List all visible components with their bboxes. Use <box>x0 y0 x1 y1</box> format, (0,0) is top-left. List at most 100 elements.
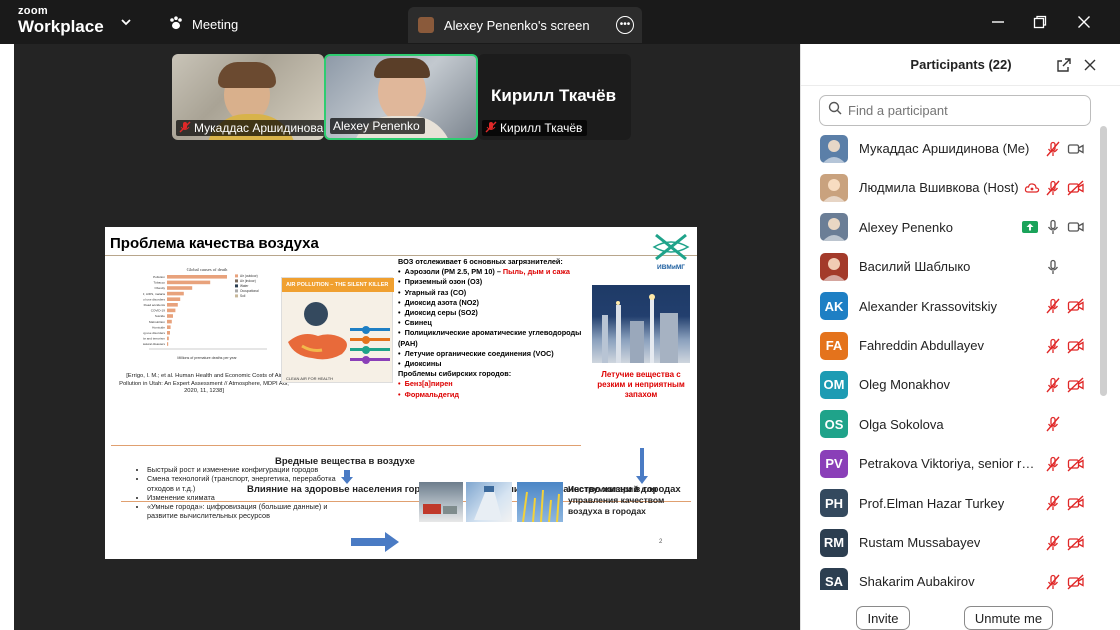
cloud-recording-icon <box>1023 179 1041 197</box>
pollutant-text: Диоксид азота (NO2) <box>404 297 479 307</box>
arrow-right-icon <box>351 532 399 552</box>
pollutant-item: • Диоксид серы (SO2) <box>398 308 478 318</box>
participant-row[interactable]: Alexey Penenko <box>801 208 1101 247</box>
avatar: PV <box>820 449 848 478</box>
participant-row[interactable]: OM Oleg Monakhov <box>801 365 1101 404</box>
video-tile-2-active-speaker[interactable]: Alexey Penenko <box>324 54 478 140</box>
slide-citation: [Errigo, I. M.; et al. Human Health and … <box>119 373 289 395</box>
chart-x-label: Millions of premature deaths per year <box>177 356 237 360</box>
participants-list: Мукаддас Аршидинова (Me) Людмила Вшивкова… <box>801 128 1101 590</box>
close-panel-icon[interactable] <box>1081 56 1099 74</box>
legend-label: Air (indoor) <box>240 279 256 283</box>
drivers-list: Быстрый рост и изменение конфигурации го… <box>135 465 349 521</box>
video-off-icon[interactable] <box>1067 337 1085 355</box>
participant-name: Olga Sokolova <box>859 416 944 432</box>
minimize-icon[interactable] <box>988 12 1008 32</box>
avatar <box>820 213 848 242</box>
meeting-tab[interactable]: Meeting <box>168 14 238 34</box>
more-options-icon[interactable]: ••• <box>616 16 634 34</box>
participant-row[interactable]: RM Rustam Mussabayev <box>801 523 1101 562</box>
participant-hair <box>218 62 276 88</box>
pop-out-icon[interactable] <box>1055 56 1073 74</box>
title-bar: zoom Workplace Meeting Alexey Penenko's … <box>0 0 1120 44</box>
video-off-icon[interactable] <box>1067 179 1085 197</box>
chart-row-label: Natural disasters <box>143 342 165 346</box>
chevron-down-icon[interactable] <box>118 14 134 30</box>
chart-row-label: COVID-19 <box>151 309 166 313</box>
chart-title: Global causes of death <box>187 267 229 272</box>
chart-bar <box>167 314 173 318</box>
video-off-icon[interactable] <box>1067 534 1085 552</box>
logo-line-1: zoom <box>18 5 48 17</box>
restore-icon[interactable] <box>1030 12 1050 32</box>
video-off-icon[interactable] <box>1067 376 1085 394</box>
siberian-item: • Бенз[а]пирен <box>398 379 453 389</box>
participant-search[interactable] <box>819 95 1091 126</box>
video-off-icon[interactable] <box>1067 573 1085 590</box>
participant-search-input[interactable] <box>848 103 1078 118</box>
tools-caption: Инструментарий для управления качеством … <box>568 484 665 516</box>
video-icon[interactable] <box>1067 140 1085 158</box>
pollutant-text: Летучие органические соединения (VOC) <box>404 348 554 358</box>
muted-mic-icon[interactable] <box>1044 415 1062 433</box>
tile-name: Alexey Penenko <box>333 119 420 133</box>
invite-button[interactable]: Invite <box>856 606 910 630</box>
legend-label: Soil <box>240 294 246 298</box>
avatar: SA <box>820 567 848 590</box>
video-off-icon[interactable] <box>1067 455 1085 473</box>
slide-title-rule <box>105 255 697 256</box>
muted-mic-icon[interactable] <box>1044 376 1062 394</box>
chart-row-label: Suicide <box>155 314 165 318</box>
participant-row[interactable]: Василий Шаблыко <box>801 247 1101 286</box>
siberian-item: • Формальдегид <box>398 389 459 399</box>
causes-of-death-chart-svg: Global causes of death PollutionTobaccoO… <box>135 267 267 360</box>
video-off-icon[interactable] <box>1067 494 1085 512</box>
video-tile-3[interactable]: Кирилл Ткачёв Кирилл Ткачёв <box>478 54 631 140</box>
participant-row[interactable]: PV Petrakova Viktoriya, senior rese... <box>801 444 1101 483</box>
chart-row-label: Obesity <box>155 286 166 290</box>
screen-share-tab[interactable]: Alexey Penenko's screen ••• <box>408 7 642 43</box>
video-icon[interactable] <box>1067 218 1085 236</box>
muted-mic-icon[interactable] <box>1044 494 1062 512</box>
volatile-substances-note: Летучие вещества с резким и неприятным з… <box>597 370 685 399</box>
close-window-icon[interactable] <box>1074 12 1094 32</box>
pollutant-text: Диоксид серы (SO2) <box>404 308 478 318</box>
pollutant-item: • Свинец <box>398 318 432 328</box>
unmute-me-button[interactable]: Unmute me <box>964 606 1053 630</box>
legend-swatch <box>235 294 238 298</box>
participant-row[interactable]: Мукаддас Аршидинова (Me) <box>801 129 1101 168</box>
mic-icon[interactable] <box>1044 258 1062 276</box>
muted-mic-icon[interactable] <box>1044 179 1062 197</box>
video-off-icon[interactable] <box>1067 297 1085 315</box>
muted-mic-icon[interactable] <box>1044 297 1062 315</box>
participant-row[interactable]: SA Shakarim Aubakirov <box>801 562 1101 590</box>
avatar: FA <box>820 331 848 360</box>
video-tile-label: Кирилл Ткачёв <box>482 120 588 136</box>
legend-label: Water <box>240 284 249 288</box>
avatar: AK <box>820 292 848 321</box>
participants-scrollbar[interactable] <box>1100 126 1107 396</box>
muted-mic-icon[interactable] <box>1044 573 1062 590</box>
participant-row[interactable]: OS Olga Sokolova <box>801 405 1101 444</box>
causes-of-death-chart: Global causes of death Pollution Tobacco O… <box>135 265 271 361</box>
participant-row[interactable]: FA Fahreddin Abdullayev <box>801 326 1101 365</box>
muted-mic-icon[interactable] <box>1044 140 1062 158</box>
video-tile-1[interactable]: Мукаддас Аршидинова <box>172 54 324 140</box>
who-header: ВОЗ отслеживает 6 основных загрязнителей… <box>398 257 563 266</box>
muted-mic-icon[interactable] <box>1044 455 1062 473</box>
mic-icon[interactable] <box>1044 218 1062 236</box>
participants-header: Participants (22) <box>801 44 1120 86</box>
chart-bar <box>167 336 169 341</box>
participant-row[interactable]: Людмила Вшивкова (Host) <box>801 168 1101 207</box>
muted-mic-icon[interactable] <box>1044 534 1062 552</box>
participant-row[interactable]: AK Alexander Krassovitskiy <box>801 287 1101 326</box>
who-pollutants-block: ВОЗ отслеживает 6 основных загрязнителей… <box>398 257 598 400</box>
stage-left-edge <box>0 44 14 630</box>
participant-name: Мукаддас Аршидинова (Me) <box>859 141 1030 156</box>
chart-bar <box>167 291 184 296</box>
chart-row-label: Pollution <box>153 275 165 279</box>
avatar: OM <box>820 370 848 399</box>
participant-row[interactable]: PH Prof.Elman Hazar Turkey <box>801 484 1101 523</box>
muted-mic-icon[interactable] <box>1044 337 1062 355</box>
participant-name: Rustam Mussabayev <box>859 535 981 550</box>
